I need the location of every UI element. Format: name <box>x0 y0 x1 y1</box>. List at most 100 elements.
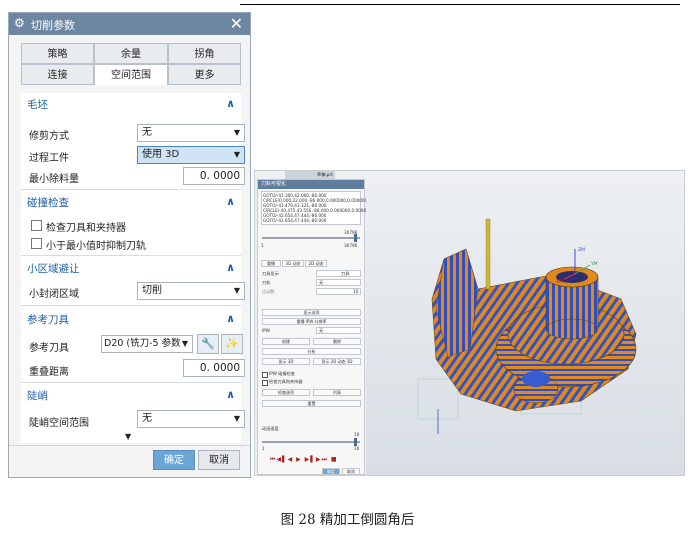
section-blank-title: 毛坯 <box>27 99 48 111</box>
ipw-value: 无 <box>319 328 324 333</box>
show-3d-button[interactable]: 显示 3D <box>262 358 310 365</box>
viewer-tab[interactable]: 草稿.prt <box>317 172 333 178</box>
show-2d-button[interactable]: 显示 2D 动态 3D <box>313 358 361 365</box>
tab-replay[interactable]: 重播 <box>261 260 281 267</box>
divider <box>21 382 241 383</box>
list-button[interactable]: 列表 <box>313 389 361 396</box>
min-remove-label: 最小除料量 <box>29 174 79 185</box>
tab-containment[interactable]: 空间范围 <box>94 64 168 85</box>
analyze-button[interactable]: 分析 <box>262 348 361 355</box>
chevron-up-icon[interactable]: ∧ <box>226 195 235 208</box>
close-icon[interactable]: ✕ <box>230 14 243 33</box>
slider-min: 1 <box>261 243 264 248</box>
closed-area-select[interactable]: 切削 ▼ <box>137 282 245 300</box>
speed-slider-thumb[interactable] <box>354 438 357 446</box>
display-options-button[interactable]: 显示选项 <box>262 309 361 316</box>
tool-display-label: 刀具显示 <box>262 271 279 276</box>
tab-allowance[interactable]: 余量 <box>94 43 168 64</box>
chevron-up-icon[interactable]: ∧ <box>226 97 235 110</box>
ipw-select[interactable]: 无 <box>316 327 361 334</box>
3d-viewport[interactable]: ZM YM XM <box>366 179 684 475</box>
chevron-down-icon: ▼ <box>181 336 188 352</box>
speed-max-top: 10 <box>354 432 360 437</box>
tab-connect[interactable]: 连接 <box>21 64 94 85</box>
motion-count-input[interactable]: 10 <box>316 288 361 295</box>
tab-3d-dynamic[interactable]: 3D 动态 <box>282 260 304 267</box>
check-holder-checkbox[interactable] <box>31 220 42 231</box>
cancel-button[interactable]: 取消 <box>198 450 240 470</box>
ipw-label: 过程工件 <box>29 153 69 164</box>
x-axis-label: XM <box>556 279 563 285</box>
ipw-label: IPW <box>262 328 270 333</box>
gear-icon: ⚙ <box>14 16 25 30</box>
ipw-select-value: 使用 3D <box>142 149 180 160</box>
ref-tool-select[interactable]: D20 (铣刀-5 参数 ▼ <box>101 335 193 353</box>
divider <box>21 189 241 190</box>
dialog-title: 切削参数 <box>31 19 75 32</box>
slider-max-2: 30796 <box>344 243 358 248</box>
section-ref-tool-title: 参考刀具 <box>27 314 69 326</box>
ipw-select[interactable]: 使用 3D ▼ <box>137 146 245 164</box>
ipw-resolution-button[interactable]: 重播 IPW 分辨率 <box>262 318 361 325</box>
suppress-checkbox[interactable] <box>31 238 42 249</box>
new-tool-icon[interactable]: ✨ <box>221 334 243 354</box>
toolpath-visualization-screenshot: 草稿.prt 刀轨可视化 GOTO/-41.300,42.000,-86.000… <box>254 170 685 476</box>
tab-2d-dynamic[interactable]: 2D 动态 <box>305 260 327 267</box>
ipw-collision-checkbox[interactable] <box>262 372 268 378</box>
tool-display-value: 刀具 <box>341 271 350 276</box>
y-axis-label: YM <box>590 261 598 267</box>
check-options-button[interactable]: 检查选项 <box>262 389 310 396</box>
reset-button[interactable]: 重置 <box>262 400 361 407</box>
speed-slider[interactable] <box>262 441 360 443</box>
select-tool-icon[interactable]: 🔧 <box>197 334 219 354</box>
divider <box>21 305 241 306</box>
tool-select[interactable]: 无 <box>316 279 361 286</box>
part-front-boss-top <box>522 371 550 387</box>
check-holder-checkbox-2[interactable] <box>262 380 268 386</box>
speed-max: 10 <box>354 446 360 451</box>
create-button[interactable]: 创建 <box>262 338 310 345</box>
chevron-up-icon[interactable]: ∧ <box>226 261 235 274</box>
toolpath-visualization-panel: 刀轨可视化 GOTO/-41.300,42.000,-86.000 CIRCLE… <box>257 179 371 475</box>
motion-count-label: 运动数 <box>262 289 275 294</box>
dialog-titlebar: ⚙ 切削参数 ✕ <box>9 13 250 35</box>
overlap-input[interactable]: 0. 0000 <box>183 359 245 377</box>
slider-thumb[interactable] <box>354 234 357 242</box>
closed-area-label: 小封闭区域 <box>29 289 79 300</box>
tab-strategy[interactable]: 策略 <box>21 43 94 64</box>
trim-select[interactable]: 无 ▼ <box>137 124 245 142</box>
steep-range-select[interactable]: 无 ▼ <box>137 410 245 428</box>
part-boss-base <box>545 318 599 340</box>
progress-slider[interactable] <box>262 237 360 239</box>
viewer-ok-button[interactable]: 确定 <box>322 468 340 475</box>
chevron-up-icon[interactable]: ∧ <box>226 312 235 325</box>
ipw-collision-label: IPW 碰撞检查 <box>269 371 295 376</box>
machined-part-render: ZM YM XM <box>417 218 637 434</box>
viewer-cancel-button[interactable]: 取消 <box>342 468 360 475</box>
chevron-down-icon: ▼ <box>233 150 240 159</box>
tool-display-select[interactable]: 刀具 <box>316 270 361 277</box>
min-remove-input[interactable]: 0. 0000 <box>183 167 245 185</box>
closed-area-select-value: 切削 <box>142 285 162 296</box>
speed-min: 1 <box>262 446 265 451</box>
tab-more[interactable]: 更多 <box>168 64 241 85</box>
trim-select-value: 无 <box>142 127 152 138</box>
tool-label: 刀轨 <box>262 280 271 285</box>
trim-label: 修剪方式 <box>29 131 69 142</box>
z-axis-label: ZM <box>578 247 585 253</box>
delete-button[interactable]: 删除 <box>313 338 361 345</box>
cutting-parameters-dialog: ⚙ 切削参数 ✕ 策略 余量 拐角 连接 空间范围 更多 毛坯 ∧ 修剪方式 无… <box>8 12 251 478</box>
tool-value: 无 <box>319 280 324 285</box>
gcode-list[interactable]: GOTO/-41.300,42.000,-86.000 CIRCLE/0.000… <box>261 191 371 225</box>
section-steep-title: 陡峭 <box>27 390 48 402</box>
motion-count-value: 10 <box>353 289 359 294</box>
check-holder-label-2: 检查刀具和夹持器 <box>269 379 303 384</box>
chevron-up-icon[interactable]: ∧ <box>226 388 235 401</box>
animation-speed-label: 动画速度 <box>262 426 279 431</box>
ref-tool-select-value: D20 (铣刀-5 参数 <box>104 338 181 349</box>
expand-more-icon[interactable]: ▼ <box>125 432 131 441</box>
playback-controls[interactable]: ⏮◀▌◀ ▶ ▶▌▶⏭ ■ <box>270 456 338 464</box>
ok-button[interactable]: 确定 <box>153 450 195 470</box>
tab-corner[interactable]: 拐角 <box>168 43 241 64</box>
chevron-down-icon: ▼ <box>233 128 240 137</box>
